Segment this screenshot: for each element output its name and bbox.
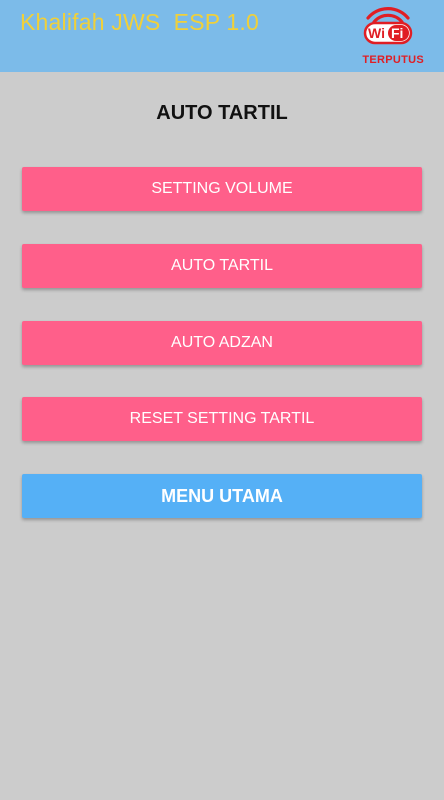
wifi-logo-w: Wi <box>368 25 385 41</box>
setting-volume-button-label: SETTING VOLUME <box>151 180 293 197</box>
app-title: Khalifah JWS ESP 1.0 <box>20 9 260 35</box>
wifi-logo-icon: Wi Fi <box>363 7 413 45</box>
reset-setting-tartil-button[interactable]: RESET SETTING TARTIL <box>22 397 422 441</box>
app-screen: Khalifah JWS ESP 1.0 Wi Fi TERPUTUS AUTO… <box>0 0 444 800</box>
page-title: AUTO TARTIL <box>156 102 288 124</box>
setting-volume-button[interactable]: SETTING VOLUME <box>22 167 422 211</box>
wifi-status-label: TERPUTUS <box>362 54 424 66</box>
reset-setting-tartil-button-label: RESET SETTING TARTIL <box>129 410 315 427</box>
menu-utama-button[interactable]: MENU UTAMA <box>22 474 422 518</box>
wifi-logo-f: Fi <box>391 25 403 41</box>
auto-tartil-button[interactable]: AUTO TARTIL <box>22 244 422 288</box>
auto-adzan-button[interactable]: AUTO ADZAN <box>22 321 422 365</box>
auto-tartil-button-label: AUTO TARTIL <box>171 257 273 274</box>
auto-adzan-button-label: AUTO ADZAN <box>171 334 273 351</box>
top-bar: Khalifah JWS ESP 1.0 Wi Fi TERPUTUS <box>0 0 444 72</box>
menu-utama-button-label: MENU UTAMA <box>161 485 283 506</box>
